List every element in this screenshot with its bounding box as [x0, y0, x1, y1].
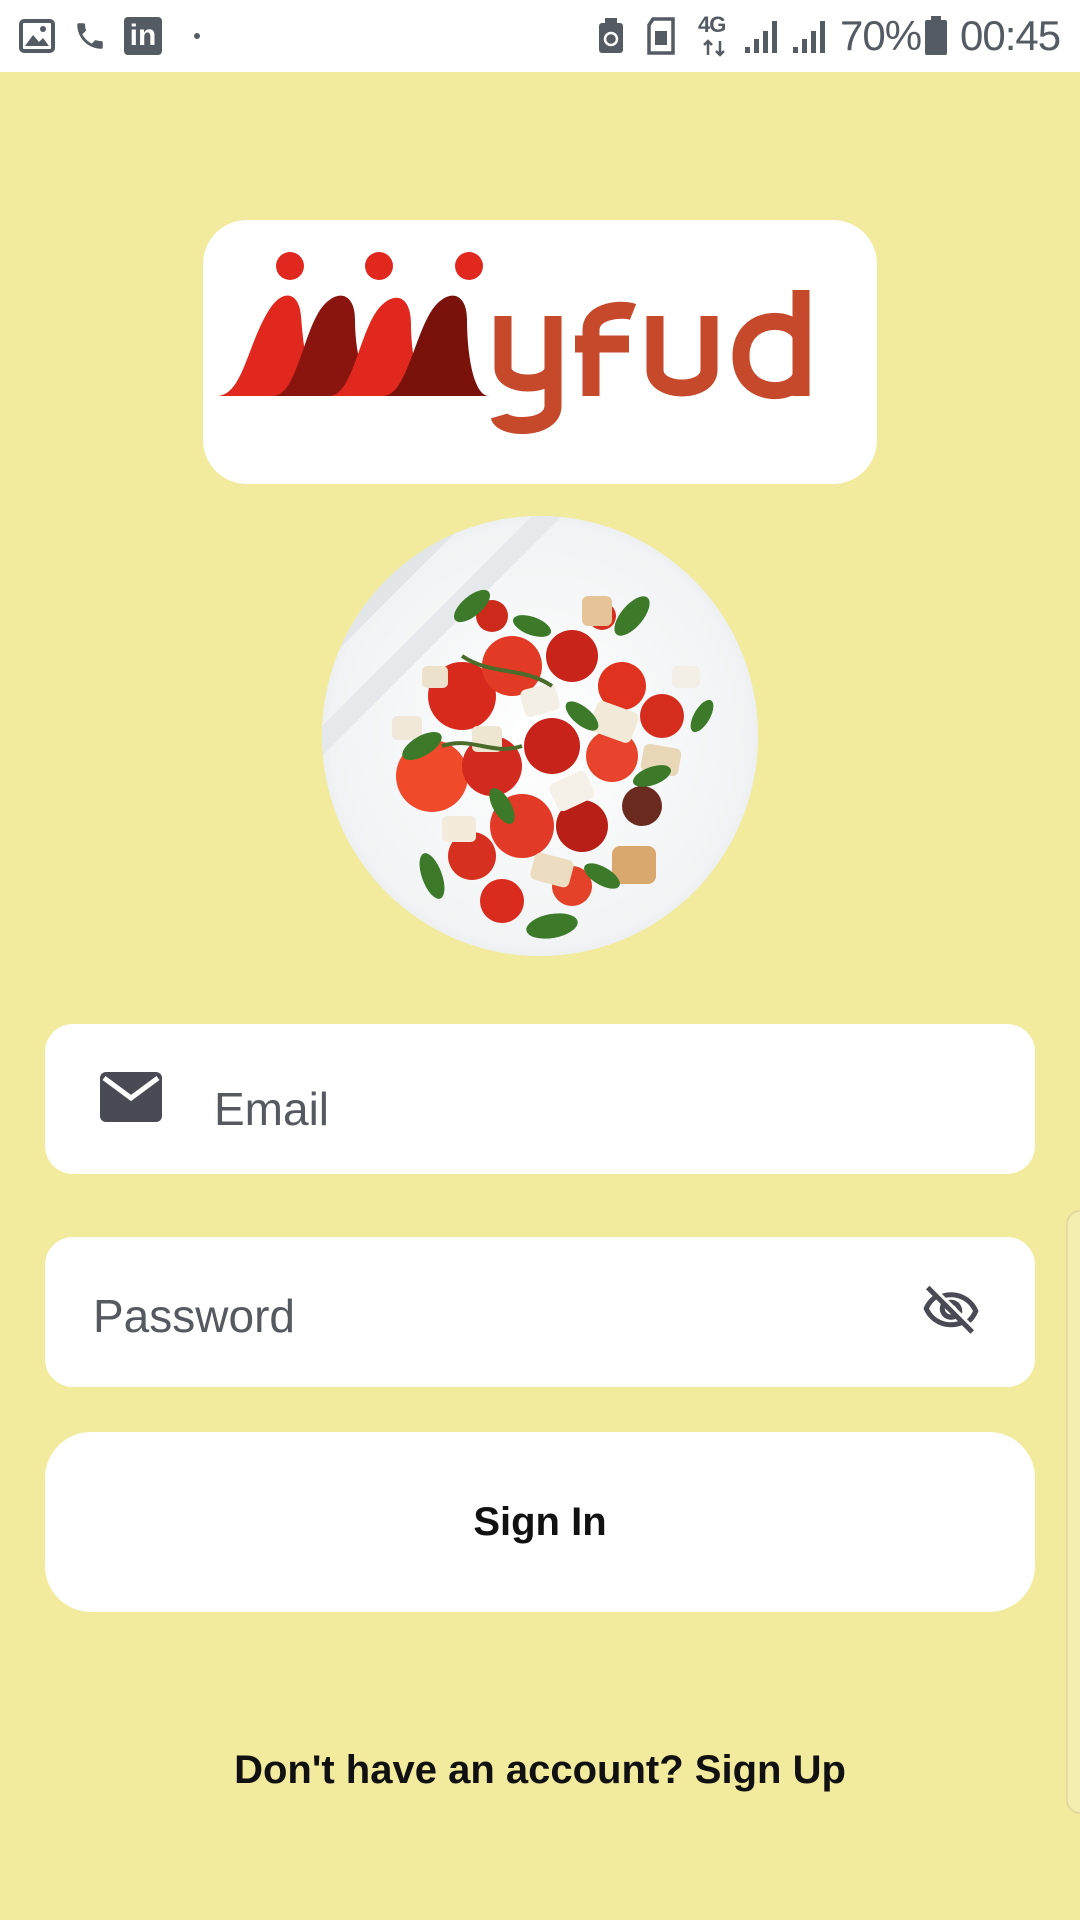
sim-card-icon: [644, 14, 678, 58]
clock: 00:45: [960, 12, 1061, 59]
battery-icon: [922, 14, 950, 58]
sign-up-prompt: Don't have an account? Sign Up: [0, 1742, 1080, 1798]
network-type-label: 4G: [698, 12, 726, 37]
sign-up-question: Don't have an account?: [234, 1748, 684, 1792]
sim-recycle-icon: [596, 14, 626, 58]
email-field[interactable]: [45, 1024, 1035, 1184]
password-input[interactable]: [93, 1237, 893, 1391]
sign-in-button[interactable]: Sign In: [45, 1432, 1035, 1612]
visibility-off-icon[interactable]: [917, 1277, 985, 1345]
battery-percent: 70%: [840, 12, 922, 59]
sign-up-link[interactable]: Sign Up: [695, 1748, 846, 1792]
salad-photo: [322, 516, 758, 956]
signal-icon: [742, 14, 782, 58]
app-logo: [203, 220, 877, 484]
signal-icon: [790, 14, 830, 58]
password-field[interactable]: [45, 1237, 1035, 1391]
data-arrows-icon: [702, 38, 726, 58]
edge-panel-handle[interactable]: [1066, 1210, 1080, 1814]
email-input[interactable]: [214, 1024, 994, 1184]
status-bar: in 4G 70% 00:45: [0, 0, 1080, 72]
gallery-icon: [18, 14, 56, 58]
linkedin-icon: in: [122, 14, 164, 58]
phone-icon: [72, 14, 108, 58]
mail-icon: [99, 1069, 163, 1125]
dot-icon: [192, 14, 202, 58]
